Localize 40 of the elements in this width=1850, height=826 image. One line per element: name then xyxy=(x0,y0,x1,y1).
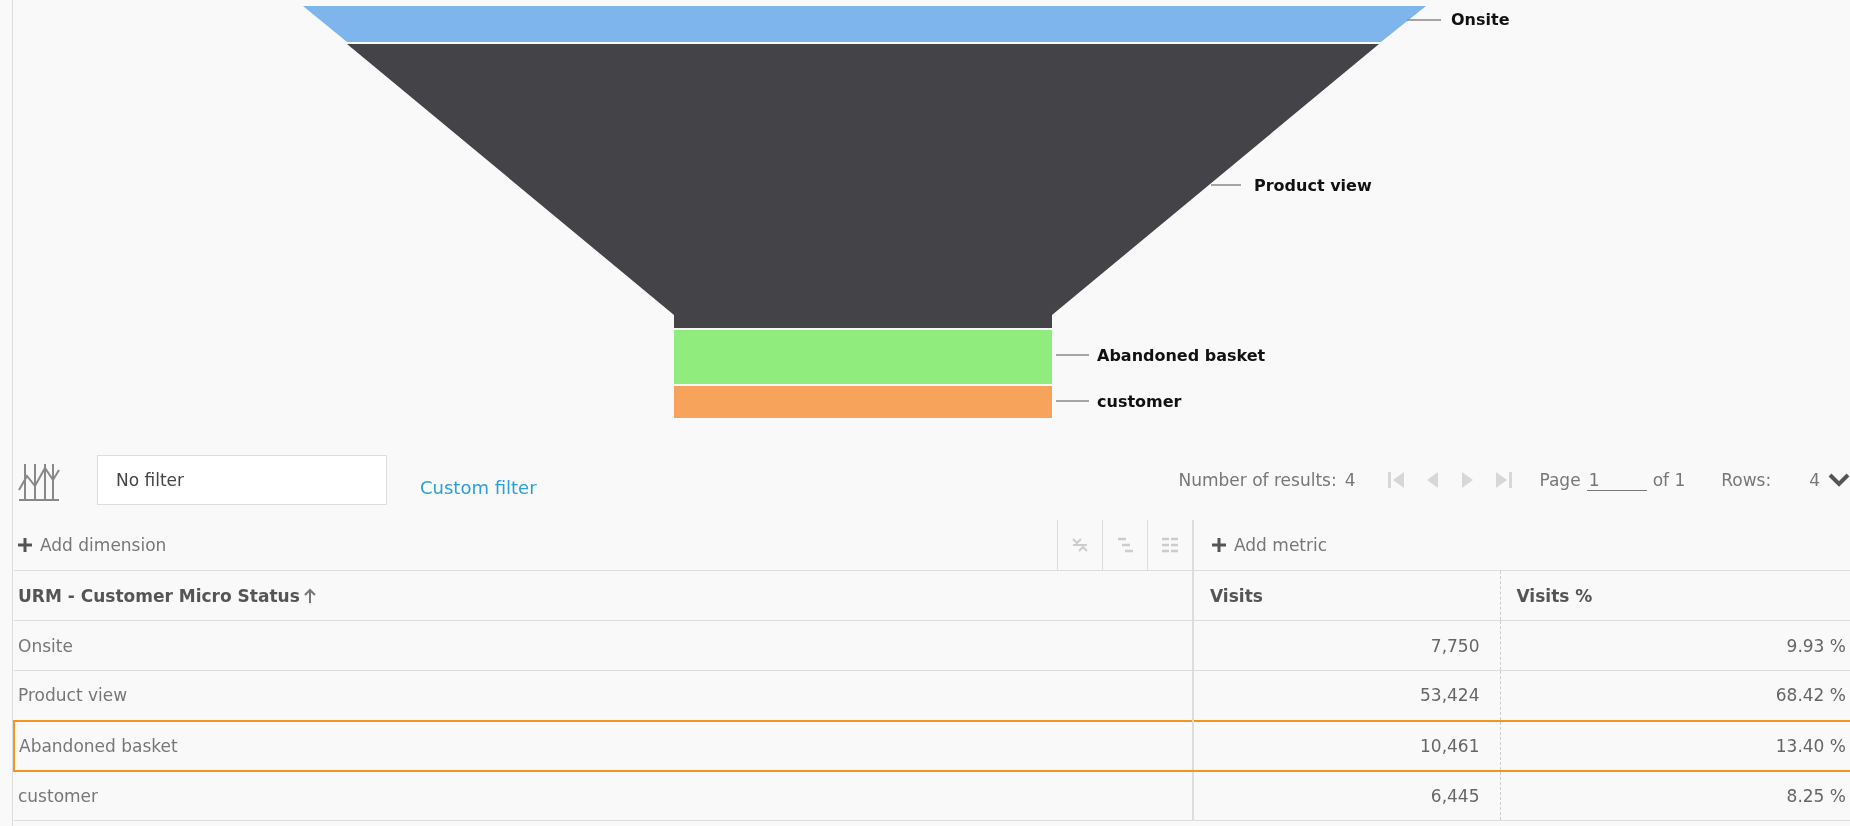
table-cell: 53,424 xyxy=(1420,685,1480,706)
table-row[interactable]: customer 6,445 8.25 % xyxy=(14,770,1850,821)
table-row[interactable]: Onsite 7,750 9.93 % xyxy=(14,620,1850,671)
page-count: of 1 xyxy=(1652,470,1686,490)
filter-field[interactable]: No filter xyxy=(97,455,387,505)
table-cell: 7,750 xyxy=(1430,635,1480,656)
table-cell: 13.40 % xyxy=(1775,735,1846,756)
plus-icon xyxy=(18,538,32,552)
page-label: Page xyxy=(1539,470,1581,490)
results-label: Number of results: xyxy=(1178,470,1337,490)
column-header[interactable]: Visits % xyxy=(1516,585,1593,606)
table-cell: 6,445 xyxy=(1430,785,1480,806)
leader-line xyxy=(1055,354,1090,356)
column-header[interactable]: URM - Customer Micro Status xyxy=(18,585,300,606)
table-cell: Onsite xyxy=(18,635,73,656)
funnel-label: Abandoned basket xyxy=(1097,346,1266,365)
table-row[interactable]: Product view 53,424 68.42 % xyxy=(14,670,1850,721)
leader-line xyxy=(1055,400,1090,402)
rows-label: Rows: xyxy=(1721,470,1772,490)
table-cell: 10,461 xyxy=(1420,735,1480,756)
plus-icon xyxy=(1212,537,1226,552)
funnel-label: customer xyxy=(1097,392,1182,411)
results-count: 4 xyxy=(1344,470,1356,490)
funnel-label: Product view xyxy=(1254,176,1372,195)
table-cell: 9.93 % xyxy=(1786,635,1846,656)
page-field[interactable]: 1 xyxy=(1586,469,1647,491)
table-cell: Abandoned basket xyxy=(19,735,178,756)
sort-up-icon[interactable] xyxy=(303,587,316,604)
column-header[interactable]: Visits xyxy=(1210,585,1263,606)
table-cell: customer xyxy=(18,785,99,806)
add-dimension-button[interactable]: Add dimension xyxy=(18,535,167,555)
rows-value[interactable]: 4 xyxy=(1809,470,1820,490)
table-cell: Product view xyxy=(18,685,128,706)
table-cell: 68.42 % xyxy=(1775,685,1846,706)
leader-line xyxy=(1210,184,1242,186)
add-metric-button[interactable]: Add metric xyxy=(1212,534,1328,555)
leader-line xyxy=(1406,19,1442,21)
chevron-down-icon[interactable] xyxy=(1828,472,1850,488)
funnel-label: Onsite xyxy=(1451,10,1510,29)
table-cell: 8.25 % xyxy=(1786,785,1846,806)
